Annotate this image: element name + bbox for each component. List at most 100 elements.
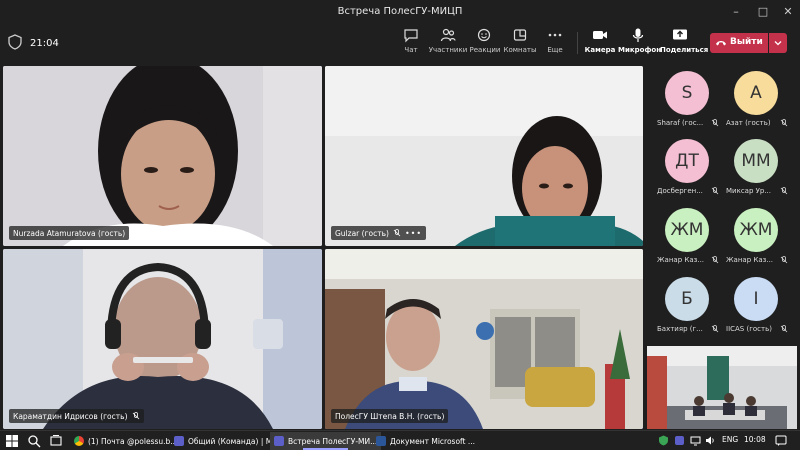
hang-up-icon: [716, 41, 726, 46]
roster-participant[interactable]: ДТ Досберген...: [651, 134, 721, 202]
taskbar-app-label: (1) Почта @polessu.b...: [88, 436, 178, 446]
reactions-button[interactable]: Реакции: [465, 27, 505, 59]
chat-icon: [404, 29, 418, 43]
mic-muted-icon: [780, 256, 788, 264]
notifications-icon[interactable]: [775, 435, 787, 447]
camera-label: Камера: [584, 46, 616, 54]
share-button[interactable]: Поделиться: [660, 27, 709, 59]
search-icon[interactable]: [27, 434, 41, 448]
roster-participant-name: IICAS (гость): [726, 325, 772, 333]
chat-label: Чат: [404, 46, 418, 54]
camera-button[interactable]: Камера: [580, 27, 620, 59]
keyboard-language[interactable]: ENG: [722, 435, 738, 444]
avatar: ДТ: [665, 139, 709, 183]
roster-participant[interactable]: I IICAS (гость): [720, 272, 790, 340]
avatar: ЖМ: [665, 208, 709, 252]
avatar: А: [734, 71, 778, 115]
video-tile[interactable]: Караматдин Идрисов (гость): [3, 249, 322, 429]
chat-button[interactable]: Чат: [391, 27, 431, 59]
avatar: S: [665, 71, 709, 115]
roster-participant[interactable]: S Sharaf (гос...: [651, 66, 721, 134]
microphone-icon: [632, 28, 644, 42]
taskbar-app-teams-meeting[interactable]: Встреча ПолесГУ-МИ...: [270, 432, 382, 450]
more-button[interactable]: Еще: [535, 27, 575, 59]
video-tile[interactable]: Gulzar (гость) •••: [325, 66, 643, 246]
participant-name-tag: Nurzada Atamuratova (гость): [9, 226, 130, 240]
participant-video: [325, 249, 643, 429]
participant-roster: S Sharaf (гос... А Азат (гость) ДТ Досбе…: [647, 66, 800, 342]
breakout-rooms-icon: [513, 29, 527, 41]
more-icon: [548, 33, 562, 37]
reactions-icon: [477, 28, 491, 42]
taskbar-app-word[interactable]: Документ Microsoft ...: [372, 432, 479, 450]
leave-button[interactable]: Выйти: [710, 33, 768, 53]
task-view-icon[interactable]: [49, 434, 63, 448]
rooms-button[interactable]: Комнаты: [500, 27, 540, 59]
close-icon[interactable]: ✕: [780, 4, 796, 20]
mic-muted-icon: [393, 229, 401, 237]
participant-name-tag: ПолесГУ Штепа В.Н. (гость): [331, 409, 449, 423]
avatar: ММ: [734, 139, 778, 183]
roster-participant-name: Досберген...: [657, 187, 703, 195]
reactions-label: Реакции: [469, 46, 501, 54]
taskbar-app-label: Общий (Команда) | М...: [188, 436, 280, 446]
share-screen-icon: [673, 29, 687, 40]
participant-video: [3, 249, 322, 429]
participants-button[interactable]: Участники: [428, 27, 468, 59]
video-tile-active-speaker[interactable]: ПолесГУ Штепа В.Н. (гость): [325, 249, 643, 429]
roster-participant[interactable]: ЖМ Жанар Каз...: [651, 203, 721, 271]
mic-muted-icon: [780, 119, 788, 127]
shield-icon: [8, 34, 22, 50]
chrome-icon: [74, 436, 84, 446]
window-title: Встреча ПолесГУ-МИЦП: [337, 6, 463, 17]
mic-muted-icon: [711, 187, 719, 195]
roster-participant[interactable]: Б Бахтияр (г...: [651, 272, 721, 340]
more-options-icon[interactable]: •••: [405, 229, 422, 238]
system-clock[interactable]: 10:08: [744, 435, 766, 444]
roster-participant[interactable]: А Азат (гость): [720, 66, 790, 134]
share-label: Поделиться: [660, 46, 709, 54]
network-icon[interactable]: [690, 435, 701, 446]
roster-participant[interactable]: ЖМ Жанар Каз...: [720, 203, 790, 271]
minimize-icon[interactable]: –: [728, 4, 744, 20]
roster-participant[interactable]: ММ Миксар Ур...: [720, 134, 790, 202]
leave-options-button[interactable]: [769, 33, 787, 53]
teams-icon: [274, 436, 284, 446]
teams-icon: [174, 436, 184, 446]
room-video: [647, 346, 797, 429]
roster-participant-name: Бахтияр (г...: [657, 325, 703, 333]
meeting-toolbar: 21:04 Чат Участники Реакции Комнаты Еще …: [0, 24, 800, 62]
participant-name-tag: Караматдин Идрисов (гость): [9, 409, 144, 423]
mic-muted-icon: [711, 119, 719, 127]
participant-name: Караматдин Идрисов (гость): [13, 411, 128, 421]
word-icon: [376, 436, 386, 446]
self-view-video[interactable]: [647, 346, 797, 429]
toolbar-divider: [577, 32, 578, 54]
video-tile[interactable]: Nurzada Atamuratova (гость): [3, 66, 322, 246]
rooms-label: Комнаты: [503, 46, 537, 54]
chevron-down-icon: [774, 41, 782, 46]
microphone-button[interactable]: Микрофон: [618, 27, 661, 59]
mic-muted-icon: [132, 412, 139, 420]
teams-tray-icon[interactable]: [674, 435, 685, 446]
roster-participant-name: Жанар Каз...: [726, 256, 774, 264]
leave-label: Выйти: [730, 37, 763, 47]
people-icon: [440, 28, 456, 42]
avatar: ЖМ: [734, 208, 778, 252]
taskbar-app-teams[interactable]: Общий (Команда) | М...: [170, 432, 283, 450]
participant-name: Gulzar (гость): [335, 228, 389, 238]
camera-icon: [593, 31, 607, 39]
mic-muted-icon: [711, 325, 719, 333]
participant-name: ПолесГУ Штепа В.Н. (гость): [335, 411, 445, 421]
roster-participant-name: Азат (гость): [726, 119, 771, 127]
more-label: Еще: [547, 46, 563, 54]
maximize-icon[interactable]: □: [755, 4, 771, 20]
windows-start-icon[interactable]: [5, 434, 19, 448]
shield-tray-icon[interactable]: [658, 435, 669, 446]
participant-name-tag: Gulzar (гость) •••: [331, 226, 427, 240]
avatar: Б: [665, 277, 709, 321]
volume-icon[interactable]: [705, 435, 716, 446]
taskbar-app-chrome[interactable]: (1) Почта @polessu.b...: [70, 432, 181, 450]
taskbar-app-label: Документ Microsoft ...: [390, 436, 476, 446]
participant-name: Nurzada Atamuratova (гость): [13, 228, 126, 238]
